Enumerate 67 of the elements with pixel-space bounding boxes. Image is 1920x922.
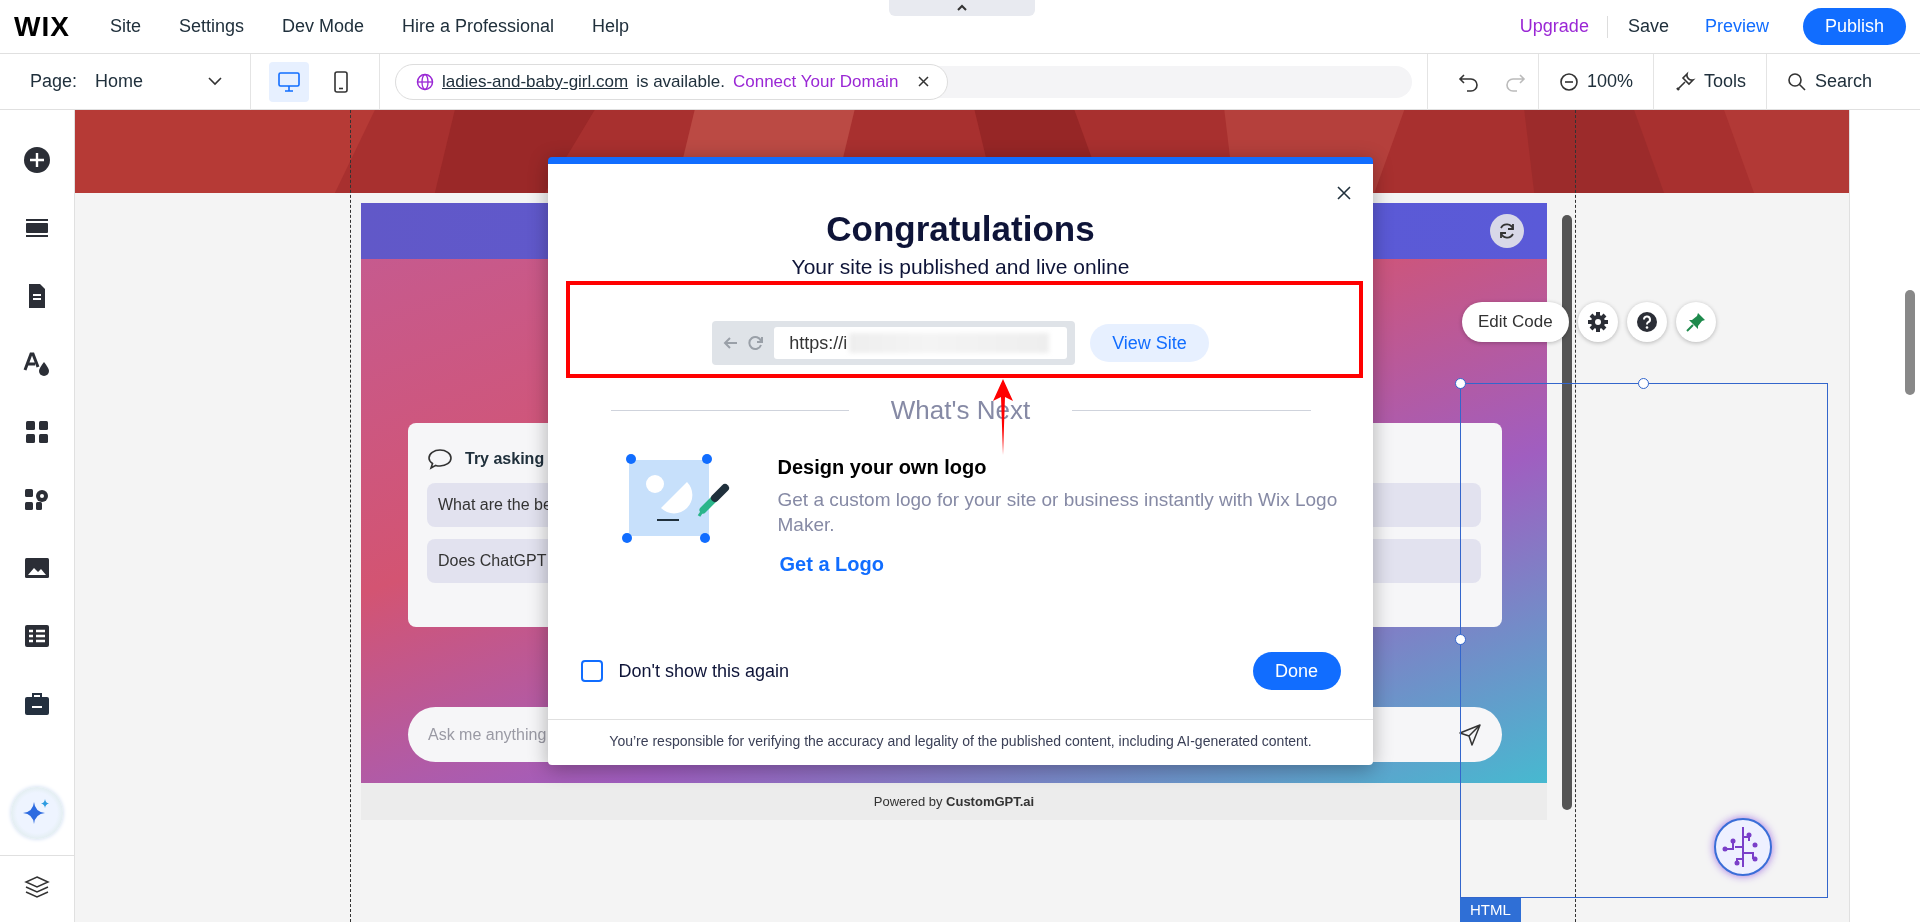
- refresh-icon: [1497, 221, 1517, 241]
- scrollbar[interactable]: [1905, 290, 1915, 395]
- pin-button[interactable]: [1675, 302, 1716, 342]
- dialog-subtitle: Your site is published and live online: [791, 254, 1130, 280]
- page-dropdown[interactable]: Page: Home: [0, 71, 250, 92]
- help-button[interactable]: [1626, 302, 1667, 342]
- site-url[interactable]: https://i: [789, 332, 848, 354]
- card-title: Design your own logo: [777, 456, 988, 479]
- desktop-icon: [277, 70, 301, 93]
- zoom-button[interactable]: 100%: [1539, 71, 1654, 92]
- menu-item[interactable]: Hire a Professional: [402, 16, 555, 37]
- close-icon[interactable]: [1337, 186, 1351, 200]
- save-button[interactable]: Save: [1627, 16, 1669, 37]
- connect-domain-link[interactable]: Connect Your Domain: [732, 71, 899, 92]
- globe-icon: [416, 72, 434, 91]
- mobile-icon: [333, 69, 349, 94]
- caret-icon: [956, 4, 968, 12]
- preview-button[interactable]: Preview: [1704, 16, 1769, 37]
- checkbox-label: Don't show this again: [618, 660, 790, 682]
- send-icon[interactable]: [1458, 722, 1482, 747]
- view-site-button[interactable]: View Site: [1090, 324, 1209, 362]
- close-icon[interactable]: [918, 76, 930, 87]
- search-button[interactable]: Search: [1767, 71, 1893, 92]
- chatbot-launcher[interactable]: [1714, 818, 1772, 876]
- card-description: Get a custom logo for your site or business instantly with Wix Logo Maker.: [777, 488, 1338, 537]
- table-icon[interactable]: [23, 622, 51, 650]
- powered-by-text: Powered by CustomGPT.ai: [873, 794, 1035, 809]
- get-logo-link[interactable]: Get a Logo: [779, 553, 884, 576]
- dialog-title: Congratulations: [826, 208, 1095, 250]
- wrench-icon: [1674, 70, 1697, 93]
- domain-link[interactable]: ladies-and-baby-girl.com: [442, 71, 629, 92]
- search-icon: [1787, 71, 1808, 92]
- upgrade-link[interactable]: Upgrade: [1519, 16, 1589, 37]
- reload-icon: [748, 334, 765, 352]
- done-button[interactable]: Done: [1252, 652, 1341, 690]
- wix-logo[interactable]: WIX: [14, 10, 70, 43]
- resize-handle[interactable]: [1638, 378, 1649, 389]
- zoom-out-icon: [1559, 71, 1579, 92]
- element-tag: HTML: [1460, 898, 1521, 922]
- domain-status: is available.: [636, 71, 725, 92]
- apps-grid-icon[interactable]: [23, 418, 51, 446]
- menu-item[interactable]: Site: [109, 16, 141, 37]
- edit-code-button[interactable]: Edit Code: [1462, 302, 1569, 342]
- ai-assistant-button[interactable]: [11, 787, 63, 839]
- resize-handle[interactable]: [1455, 634, 1466, 645]
- pin-icon: [1684, 311, 1707, 333]
- resize-handle[interactable]: [1455, 378, 1466, 389]
- chat-bubble-icon: [427, 447, 453, 471]
- menu-item[interactable]: Help: [592, 16, 630, 37]
- undo-icon[interactable]: [1458, 71, 1480, 92]
- tools-button[interactable]: Tools: [1654, 70, 1767, 93]
- theme-icon[interactable]: [23, 350, 51, 378]
- suggestions-title: Try asking: [465, 450, 545, 468]
- settings-icon: [1586, 311, 1609, 333]
- layers-icon[interactable]: [24, 874, 50, 900]
- menu-item[interactable]: Settings: [178, 16, 244, 37]
- help-icon: [1635, 311, 1658, 333]
- disclaimer-text: You’re responsible for verifying the accuracy and legality of the published content, including AI-generated content.: [548, 719, 1373, 765]
- menu-item[interactable]: Dev Mode: [281, 16, 364, 37]
- refresh-button[interactable]: [1490, 214, 1524, 248]
- briefcase-icon[interactable]: [23, 690, 51, 718]
- checkbox[interactable]: [580, 660, 603, 682]
- settings-button[interactable]: [1577, 302, 1618, 342]
- desktop-view-button[interactable]: [269, 61, 309, 102]
- publish-button[interactable]: Publish: [1802, 8, 1906, 45]
- chevron-icon: [208, 77, 222, 86]
- add-icon[interactable]: [23, 146, 51, 174]
